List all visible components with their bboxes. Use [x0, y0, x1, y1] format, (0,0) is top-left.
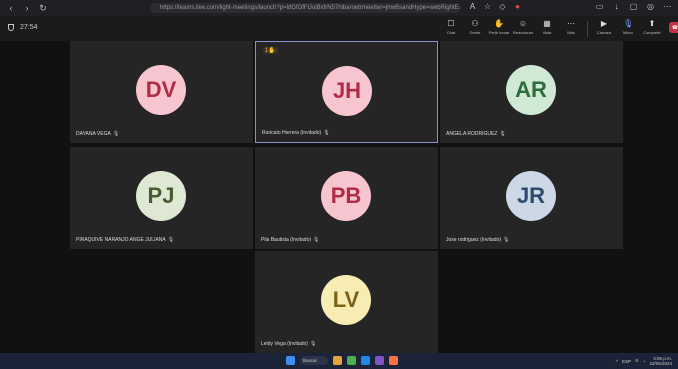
view-button[interactable]: ▦ Vista [536, 19, 558, 37]
split-icon[interactable]: ▭ [595, 2, 604, 11]
phone-icon: ☎ [671, 24, 678, 31]
forward-icon[interactable]: › [22, 3, 32, 13]
settings-icon[interactable]: ⋯ [663, 2, 672, 11]
tool-label: Gente [469, 30, 481, 35]
participant-name: ANGELA RODRIGUEZ [446, 131, 498, 137]
mic-off-icon: 🎙 [309, 341, 317, 347]
camera-icon: ▶ [600, 19, 608, 28]
mic-off-icon: 🎙 [167, 237, 175, 243]
favorite-icon[interactable]: ☆ [483, 2, 492, 11]
chevron-up-icon[interactable]: ^ [616, 359, 618, 364]
participant-name: Jose rodriguez (Invitado) [446, 237, 502, 243]
copilot-icon[interactable]: ◎ [646, 2, 655, 11]
back-icon[interactable]: ‹ [6, 3, 16, 13]
people-button[interactable]: ⚇ Gente [464, 19, 486, 37]
extension-icon[interactable]: ◇ [498, 2, 507, 11]
store-icon[interactable] [347, 356, 356, 365]
tool-label: Más [567, 30, 575, 35]
reaction-icon: ☺ [518, 19, 528, 28]
reaction-button[interactable]: ☺ Reaccionar [512, 19, 534, 37]
participant-tile[interactable]: JH 1✋ Ruricato Herrera (Invitado) 🎙 [255, 41, 438, 143]
participant-name-row: Ruricato Herrera (Invitado) 🎙 [262, 130, 330, 136]
participant-name: DAYANA VEGA [76, 131, 111, 137]
mic-off-icon: 🎙 [323, 130, 330, 136]
participant-name: Ruricato Herrera (Invitado) [262, 130, 322, 136]
more-button[interactable]: ⋯ Más [560, 19, 582, 37]
leave-button[interactable]: ☎Salir [669, 22, 678, 33]
collections-icon[interactable]: ▢ [629, 2, 638, 11]
teams-icon[interactable] [375, 356, 384, 365]
participant-tile[interactable]: PJ PIRAQUIVE NARANJO ANGE JULIANA 🎙 [70, 147, 253, 249]
edge-icon[interactable] [361, 356, 370, 365]
tool-label: Cámara [596, 30, 612, 35]
tool-label: Reaccionar [512, 30, 534, 35]
tool-label: Pedir tomar [488, 30, 510, 35]
start-icon[interactable] [286, 356, 295, 365]
mic-off-icon: 🎙 [112, 131, 120, 137]
participant-tile[interactable]: JR Jose rodriguez (Invitado) 🎙 [440, 147, 623, 249]
mic-off-icon: 🎙 [503, 237, 510, 243]
people-icon: ⚇ [471, 19, 479, 28]
chat-icon: ☐ [447, 19, 455, 28]
participant-name: Pila Bautista (Invitado) [261, 237, 312, 243]
more-icon: ⋯ [567, 19, 575, 28]
meeting-timer: 27:54 [8, 24, 38, 31]
app-icon[interactable] [389, 356, 398, 365]
profile-icon[interactable]: ● [513, 2, 522, 11]
volume-icon[interactable]: ◔ [643, 359, 646, 364]
mic-off-icon: 🎙 [499, 131, 506, 137]
avatar: AR [506, 65, 556, 115]
explorer-icon[interactable] [333, 356, 342, 365]
toolbar-divider [587, 21, 588, 37]
raise-hand-button[interactable]: ✋ Pedir tomar [488, 19, 510, 37]
avatar: LV [321, 275, 371, 325]
wifi-icon[interactable]: ≋ [635, 358, 639, 364]
taskbar: Buscar ^ ESP ≋ ◔ 3:06 p.m. 22/05/2024 [0, 353, 678, 369]
avatar: JH [322, 66, 372, 116]
participant-tile[interactable]: AR ANGELA RODRIGUEZ 🎙 [440, 41, 623, 143]
raised-hand-icon: 1✋ [263, 47, 278, 54]
share-button[interactable]: ⬆ Compartir [641, 19, 663, 37]
chat-button[interactable]: ☐ Chat [440, 19, 462, 37]
mic-button[interactable]: 🎙 Micro [617, 19, 639, 37]
tool-label: Chat [446, 30, 456, 35]
tool-label: Vista [542, 30, 552, 35]
avatar: JR [506, 171, 556, 221]
taskbar-search[interactable]: Buscar [300, 356, 328, 365]
meeting-toolbar: 27:54 ☐ Chat ⚇ Gente ✋ Pedir tomar ☺ Reaccionar… [0, 16, 678, 41]
lang-indicator[interactable]: ESP [622, 359, 631, 364]
participant-tile[interactable]: DV DAYANA VEGA 🎙 [70, 41, 253, 143]
participant-name: PIRAQUIVE NARANJO ANGE JULIANA [76, 237, 166, 243]
reader-icon[interactable]: A [468, 2, 477, 11]
participant-name-row: PIRAQUIVE NARANJO ANGE JULIANA 🎙 [76, 237, 174, 243]
avatar: PB [321, 171, 371, 221]
share-icon: ⬆ [648, 19, 656, 28]
participant-name-row: DAYANA VEGA 🎙 [76, 131, 119, 137]
clock-date: 22/05/2024 [649, 361, 672, 366]
participant-name-row: ANGELA RODRIGUEZ 🎙 [446, 131, 506, 137]
address-bar[interactable]: https://teams.live.com/light-meetings/la… [150, 3, 460, 13]
view-icon: ▦ [543, 19, 551, 28]
avatar: DV [136, 65, 186, 115]
camera-button[interactable]: ▶ Cámara [593, 19, 615, 37]
participant-name-row: Leidy Vega (Invitado) 🎙 [261, 341, 316, 347]
raise-hand-icon: ✋ [494, 19, 504, 28]
participant-tile[interactable]: LV Leidy Vega (Invitado) 🎙 [255, 251, 438, 353]
participant-tile[interactable]: PB Pila Bautista (Invitado) 🎙 [255, 147, 438, 249]
mic-icon: 🎙 [623, 19, 634, 28]
meeting-tools: ☐ Chat ⚇ Gente ✋ Pedir tomar ☺ Reaccionar ▦ Vista… [440, 19, 678, 37]
participant-name-row: Pila Bautista (Invitado) 🎙 [261, 237, 319, 243]
mic-off-icon: 🎙 [313, 237, 320, 243]
download-icon[interactable]: ↓ [612, 2, 621, 11]
tool-label: Micro [623, 30, 633, 35]
video-stage: DV DAYANA VEGA 🎙 JH 1✋ Ruricato Herrera (Invi… [0, 41, 678, 353]
refresh-icon[interactable]: ↻ [38, 3, 48, 14]
participant-name-row: Jose rodriguez (Invitado) 🎙 [446, 237, 509, 243]
tool-label: Compartir [643, 30, 661, 35]
shield-icon [8, 24, 14, 31]
avatar: PJ [136, 171, 186, 221]
browser-toolbar: ‹ › ↻ https://teams.live.com/light-meeti… [0, 0, 678, 16]
participant-name: Leidy Vega (Invitado) [261, 341, 308, 347]
